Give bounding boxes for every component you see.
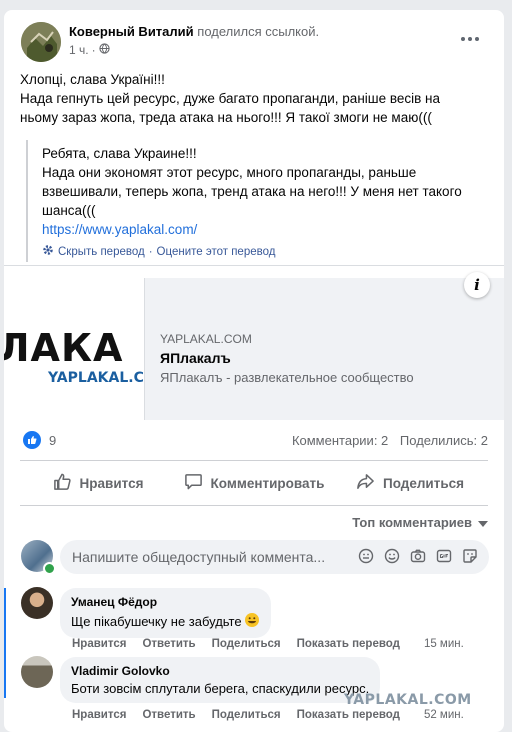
post-time[interactable]: 1 ч. [69, 43, 89, 57]
preview-logo-subtext: YAPLAKAL.C [48, 370, 144, 386]
commenter-name[interactable]: Vladimir Golovko [71, 664, 369, 678]
comments-sort-dropdown[interactable]: Топ комментариев [352, 515, 488, 530]
commenter-name[interactable]: Уманец Фёдор [71, 595, 260, 609]
comment-button[interactable]: Комментировать [176, 465, 332, 501]
globe-icon[interactable] [98, 43, 110, 57]
translation-line: Нада они экономят этот ресурс, много про… [42, 165, 417, 180]
translation-line: Ребята, слава Украине!!! [42, 146, 197, 161]
comment-icon [184, 472, 203, 494]
link-preview-image[interactable]: ЛАКА YAPLAKAL.C [4, 278, 145, 420]
more-options-icon[interactable] [458, 32, 482, 46]
comment-reply-button[interactable]: Ответить [142, 709, 195, 721]
comment-label: Комментировать [210, 475, 325, 491]
translation-link[interactable]: https://www.yaplakal.com/ [42, 220, 482, 239]
thumbs-up-icon [53, 472, 72, 494]
post-action-text: поделился ссылкой. [197, 24, 320, 39]
divider [20, 505, 488, 506]
gear-icon [42, 244, 54, 259]
like-label: Нравится [79, 475, 144, 491]
comment-share-button[interactable]: Поделиться [212, 638, 281, 650]
share-button[interactable]: Поделиться [332, 465, 488, 501]
comment-share-button[interactable]: Поделиться [212, 709, 281, 721]
post-header: Коверный Виталий поделился ссылкой. [69, 24, 319, 39]
comment-like-button[interactable]: Нравится [72, 638, 126, 650]
camera-icon[interactable] [409, 547, 427, 565]
translation-line: взвешивали, теперь жопа, тренд атака на … [42, 184, 462, 199]
divider [4, 265, 504, 266]
post-text-line: Хлопці, слава Україні!!! [20, 72, 165, 87]
commenter-avatar[interactable] [21, 587, 53, 619]
comment-translate-button[interactable]: Показать перевод [297, 638, 400, 650]
comment-time[interactable]: 52 мин. [424, 709, 464, 721]
comments-sort-label: Топ комментариев [352, 515, 472, 530]
preview-logo-text: ЛАКА [4, 326, 124, 370]
emoji-icon[interactable] [383, 547, 401, 565]
shares-count[interactable]: Поделились: 2 [400, 433, 488, 448]
avatar-sticker-icon[interactable] [357, 547, 375, 565]
likes-count[interactable]: 9 [49, 433, 56, 448]
hide-translation-link[interactable]: Скрыть перевод [58, 246, 145, 258]
link-description: ЯПлакалъ - развлекательное сообщество [160, 370, 414, 385]
comment-input[interactable]: Напишите общедоступный коммента... [60, 540, 489, 574]
info-icon[interactable]: i [464, 272, 490, 298]
caret-down-icon [478, 515, 488, 530]
author-avatar[interactable] [21, 22, 61, 62]
like-reaction-icon[interactable] [23, 431, 41, 449]
translation-block: Ребята, слава Украине!!! Нада они эконом… [26, 140, 498, 262]
post-text-line: Нада гепнуть цей ресурс, дуже багато про… [20, 91, 441, 106]
rate-translation-link[interactable]: Оцените этот перевод [157, 246, 276, 258]
share-label: Поделиться [382, 475, 465, 491]
comment-bubble: Уманец Фёдор Ще пікабушечку не забудьте [60, 588, 271, 638]
comment-translate-button[interactable]: Показать перевод [297, 709, 400, 721]
translation-line: шанса((( [42, 203, 96, 218]
link-domain: YAPLAKAL.COM [160, 332, 252, 346]
gif-icon[interactable] [435, 547, 453, 565]
comment-reply-button[interactable]: Ответить [142, 638, 195, 650]
comment-time[interactable]: 15 мин. [424, 638, 464, 650]
translation-tools: Скрыть перевод · Оцените этот перевод [42, 244, 275, 259]
commenter-avatar[interactable] [21, 656, 53, 688]
link-preview[interactable]: ЛАКА YAPLAKAL.C YAPLAKAL.COM ЯПлакалъ ЯП… [4, 278, 504, 420]
comment-input-placeholder: Напишите общедоступный коммента... [72, 549, 326, 565]
author-name[interactable]: Коверный Виталий [69, 24, 194, 39]
online-status-dot [43, 562, 56, 575]
divider [20, 460, 488, 461]
comment-text: Ще пікабушечку не забудьте [71, 612, 260, 631]
post-card: Коверный Виталий поделился ссылкой. 1 ч.… [4, 10, 504, 732]
comment-actions: Нравится Ответить Поделиться Показать пе… [72, 709, 464, 721]
watermark: YAPLAKAL.COM [344, 692, 472, 708]
post-stats: 9 Комментарии: 2 Поделились: 2 [20, 431, 488, 451]
share-icon [356, 472, 375, 494]
comment-text: Боти зовсім сплутали берега, спаскудили … [71, 681, 370, 696]
post-actions: Нравится Комментировать Поделиться [20, 465, 488, 501]
like-button[interactable]: Нравится [20, 465, 176, 501]
post-text: Хлопці, слава Україні!!! Нада гепнуть це… [20, 70, 490, 127]
post-text-line: ньому зараз жопа, треда атака на нього!!… [20, 110, 432, 125]
comment-actions: Нравится Ответить Поделиться Показать пе… [72, 638, 464, 650]
comments-count[interactable]: Комментарии: 2 [292, 433, 388, 448]
link-title[interactable]: ЯПлакалъ [160, 350, 231, 366]
comment-bubble: Vladimir Golovko Боти зовсім сплутали бе… [60, 657, 381, 703]
sticker-icon[interactable] [461, 547, 479, 565]
grinning-emoji-icon [244, 612, 260, 631]
translation-separator: · [148, 245, 153, 258]
comment-thread-line [4, 588, 6, 698]
post-meta: 1 ч. · [69, 43, 110, 57]
comment-like-button[interactable]: Нравится [72, 709, 126, 721]
